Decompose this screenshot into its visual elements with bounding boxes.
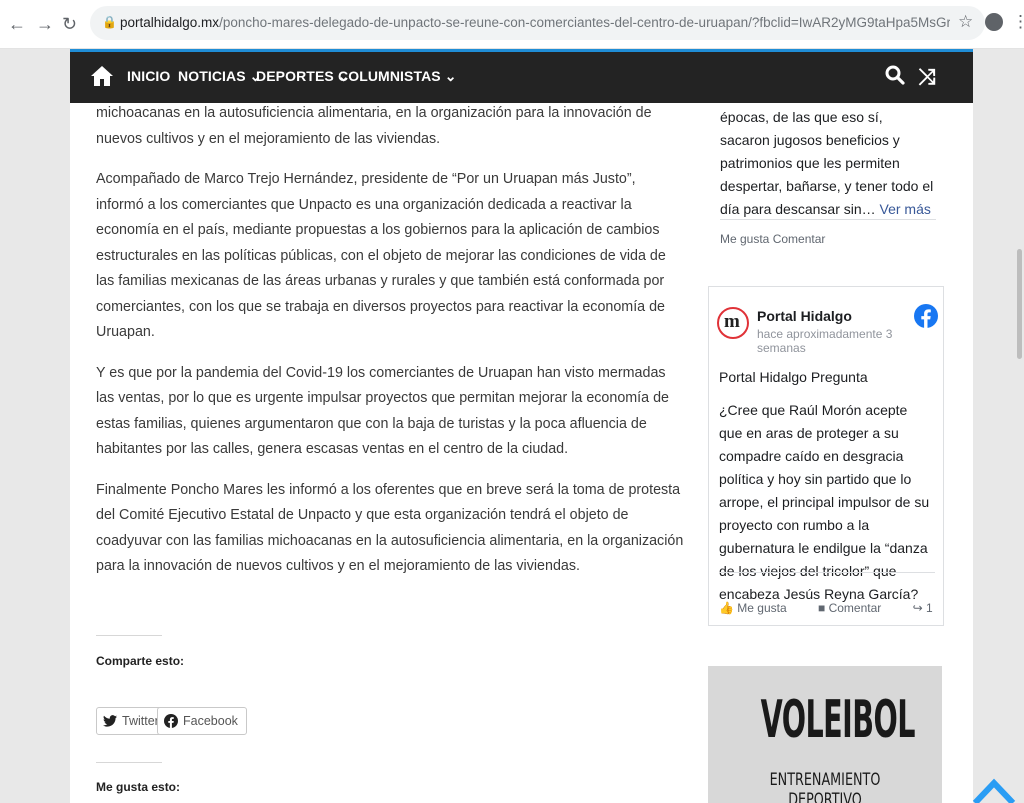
browser-toolbar: ← → ↻ 🔒 portalhidalgo.mx/poncho-mares-de…: [0, 0, 1024, 49]
divider: [720, 219, 936, 220]
facebook-share-button[interactable]: Facebook: [157, 707, 247, 735]
address-bar[interactable]: 🔒 portalhidalgo.mx/poncho-mares-delegado…: [90, 6, 985, 40]
advertisement-banner[interactable]: VOLEIBOL ENTRENAMIENTO DEPORTIVO: [708, 666, 942, 803]
profile-icon[interactable]: [985, 13, 1003, 31]
bookmark-star-icon[interactable]: ☆: [958, 12, 973, 32]
nav-columnistas[interactable]: COLUMNISTAS ⌄: [338, 68, 457, 85]
shuffle-icon[interactable]: ⤨: [918, 64, 936, 90]
post-actions[interactable]: Me gusta Comentar: [720, 232, 825, 246]
article-paragraph: Acompañado de Marco Trejo Hernández, pre…: [96, 171, 666, 340]
site-navbar: INICIO NOTICIAS ⌄ DEPORTES ⌄ COLUMNISTAS…: [70, 49, 973, 103]
back-icon[interactable]: ←: [8, 14, 26, 35]
post-actions: 👍 Me gusta ■ Comentar ↪ 1: [719, 601, 943, 615]
post-text: ya vieron pasar sus mejores épocas, de l…: [720, 86, 934, 217]
facebook-label: Facebook: [183, 714, 238, 728]
article-paragraph: michoacanas en la autosuficiencia alimen…: [96, 105, 652, 147]
see-more-link[interactable]: Ver más: [880, 201, 931, 217]
like-button[interactable]: 👍 Me gusta: [719, 601, 801, 615]
article-body: michoacanas en la autosuficiencia alimen…: [96, 101, 686, 595]
twitter-icon: [103, 715, 117, 727]
divider: [96, 762, 162, 763]
facebook-icon: [164, 714, 178, 728]
search-icon[interactable]: [885, 65, 905, 90]
share-heading: Comparte esto:: [96, 654, 185, 668]
divider: [96, 635, 162, 636]
nav-noticias[interactable]: NOTICIAS ⌄: [178, 68, 262, 85]
url-text[interactable]: portalhidalgo.mx/poncho-mares-delegado-d…: [120, 15, 950, 30]
scrollbar-thumb[interactable]: [1017, 249, 1022, 359]
reload-icon[interactable]: ↻: [62, 14, 77, 35]
nav-inicio[interactable]: INICIO: [127, 68, 170, 84]
facebook-icon[interactable]: [914, 304, 938, 333]
article-paragraph: Finalmente Poncho Mares les informó a lo…: [96, 481, 684, 575]
nav-deportes[interactable]: DEPORTES ⌄: [256, 68, 350, 85]
menu-dots-icon[interactable]: ⋮: [1012, 12, 1024, 32]
forward-icon[interactable]: →: [36, 14, 54, 35]
facebook-post-card: m Portal Hidalgo hace aproximadamente 3 …: [708, 286, 944, 626]
like-heading: Me gusta esto:: [96, 780, 181, 794]
share-count[interactable]: ↪ 1: [913, 601, 943, 615]
ad-title: VOLEIBOL: [760, 690, 916, 750]
lock-icon: 🔒: [102, 15, 117, 29]
ad-subtitle: ENTRENAMIENTO DEPORTIVO: [769, 770, 881, 803]
page-avatar[interactable]: m: [717, 307, 749, 339]
post-title: Portal Hidalgo Pregunta: [719, 369, 868, 385]
scroll-to-top-icon[interactable]: [972, 777, 1016, 803]
twitter-label: Twitter: [122, 714, 159, 728]
post-body: ¿Cree que Raúl Morón acepte que en aras …: [719, 402, 930, 602]
page-viewport: INICIO NOTICIAS ⌄ DEPORTES ⌄ COLUMNISTAS…: [0, 49, 1024, 803]
divider: [719, 572, 935, 573]
home-icon[interactable]: [90, 65, 114, 92]
comment-button[interactable]: ■ Comentar: [818, 601, 895, 615]
article-paragraph: Y es que por la pandemia del Covid-19 lo…: [96, 364, 669, 458]
page-name[interactable]: Portal Hidalgo: [757, 308, 852, 324]
